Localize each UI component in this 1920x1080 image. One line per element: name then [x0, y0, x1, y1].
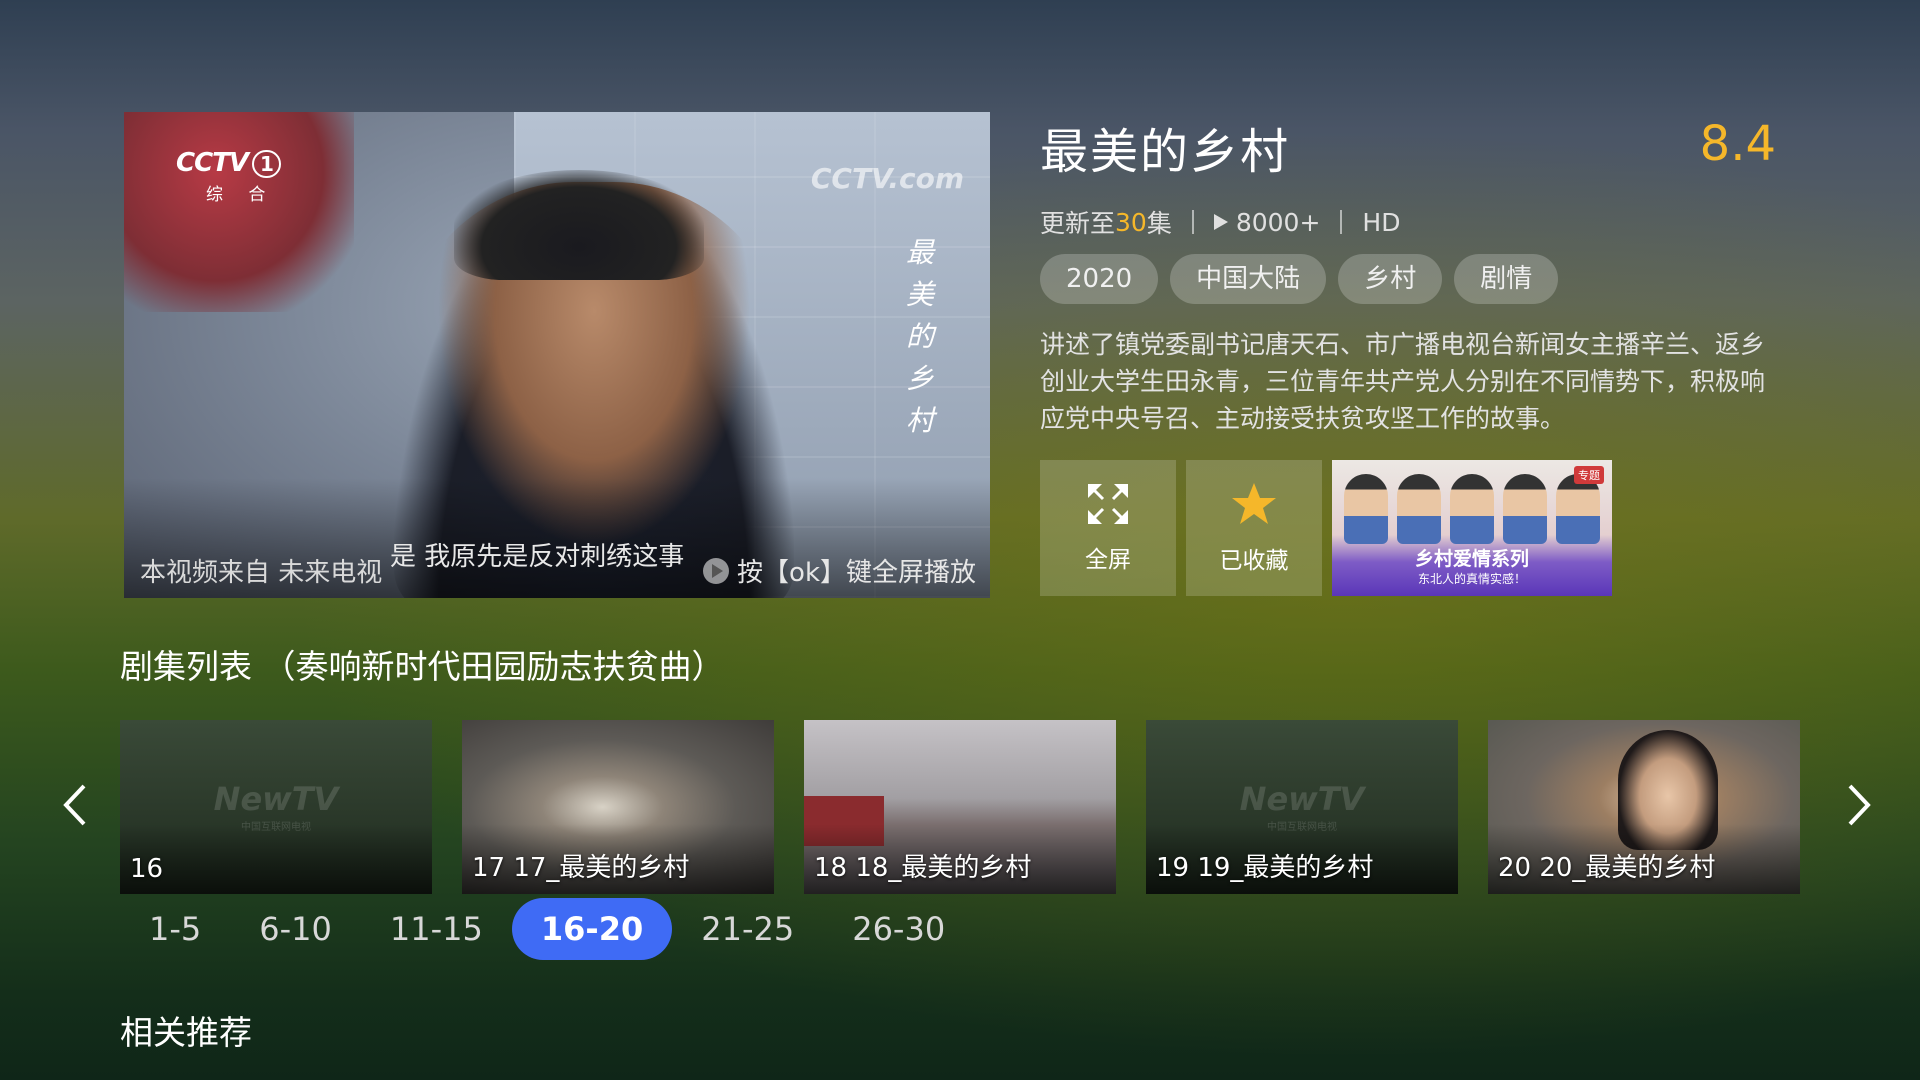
range-tab-active[interactable]: 16-20 [511, 898, 673, 960]
show-description: 讲述了镇党委副书记唐天石、市广播电视台新闻女主播辛兰、返乡创业大学生田永青，三位… [1040, 330, 1766, 433]
episode-card[interactable]: 17 17_最美的乡村 [462, 720, 774, 894]
range-tab[interactable]: 11-15 [361, 898, 512, 960]
play-triangle-icon [1213, 214, 1228, 230]
vertical-title-char: 的 [905, 320, 934, 353]
promo-subtitle: 东北人的真情实感！ [1417, 572, 1526, 586]
update-suffix: 集 [1146, 209, 1172, 238]
episode-caption: 16 [130, 854, 164, 884]
star-icon [1232, 483, 1276, 524]
episode-section-title: 剧集列表 （奏响新时代田园励志扶贫曲） [120, 647, 725, 686]
range-tab[interactable]: 6-10 [230, 898, 361, 960]
tag-year[interactable]: 2020 [1040, 254, 1159, 304]
watermark: CCTV.com [810, 162, 964, 195]
range-tab[interactable]: 26-30 [823, 898, 974, 960]
favorite-label: 已收藏 [1219, 548, 1289, 574]
range-tab[interactable]: 21-25 [672, 898, 823, 960]
episode-caption: 20 20_最美的乡村 [1498, 853, 1716, 883]
tag-theme[interactable]: 乡村 [1338, 254, 1443, 304]
vertical-title-char: 村 [905, 404, 934, 437]
player-background-banner [124, 112, 354, 312]
video-player[interactable]: CCTV 1 综 合 CCTV.com 最 美 的 乡 村 本视频来自 未来电视 … [124, 112, 990, 598]
related-section-title: 相关推荐 [120, 1013, 252, 1052]
fullscreen-icon [1088, 484, 1128, 524]
favorite-button[interactable]: 已收藏 [1186, 460, 1322, 596]
range-tab[interactable]: 1-5 [120, 898, 230, 960]
show-meta: 更新至 30 集 8000+ HD [1040, 204, 1400, 240]
update-count: 30 [1115, 207, 1147, 237]
meta-divider [1191, 210, 1194, 234]
tag-genre[interactable]: 剧情 [1454, 254, 1559, 304]
show-title: 最美的乡村 [1040, 124, 1291, 180]
vertical-title-char: 美 [905, 278, 934, 311]
episode-range-tabs: 1-5 6-10 11-15 16-20 21-25 26-30 [120, 898, 974, 960]
promo-title: 乡村爱情系列 [1414, 548, 1529, 570]
episode-list: NewTV 中国互联网电视 16 17 17_最美的乡村 18 18_最美的乡村… [120, 720, 1800, 894]
card-shade [120, 824, 432, 894]
episode-card[interactable]: 18 18_最美的乡村 [804, 720, 1116, 894]
promo-figure [1397, 474, 1442, 544]
promo-figure [1449, 474, 1494, 544]
chevron-left-icon[interactable] [56, 782, 96, 828]
fullscreen-hint-text: 按【ok】键全屏播放 [737, 558, 976, 588]
newtv-logo: NewTV [213, 780, 339, 818]
episode-caption: 18 18_最美的乡村 [814, 853, 1032, 883]
vertical-title-char: 乡 [905, 362, 934, 395]
channel-number: 1 [252, 150, 281, 178]
video-source-text: 本视频来自 未来电视 [140, 558, 383, 588]
vertical-title: 最 美 的 乡 村 [900, 232, 940, 442]
play-circle-icon [703, 557, 730, 584]
play-count: 8000+ [1235, 207, 1321, 237]
fullscreen-label: 全屏 [1085, 547, 1131, 573]
vertical-title-char: 最 [905, 236, 934, 269]
quality-label: HD [1362, 207, 1401, 237]
promo-figure [1344, 474, 1389, 544]
episode-caption: 17 17_最美的乡村 [472, 853, 690, 883]
channel-sub: 综 合 [206, 185, 276, 205]
chevron-right-icon[interactable] [1838, 782, 1878, 828]
promo-figure [1555, 474, 1600, 544]
episode-caption: 19 19_最美的乡村 [1156, 853, 1374, 883]
channel-logo-text: CCTV [176, 148, 249, 178]
fullscreen-button[interactable]: 全屏 [1040, 460, 1176, 596]
tag-list: 2020 中国大陆 乡村 剧情 [1040, 254, 1559, 304]
episode-card[interactable]: NewTV 中国互联网电视 19 19_最美的乡村 [1146, 720, 1458, 894]
episode-card[interactable]: 20 20_最美的乡村 [1488, 720, 1800, 894]
fullscreen-hint: 按【ok】键全屏播放 [703, 552, 976, 589]
show-rating: 8.4 [1699, 116, 1776, 172]
update-prefix: 更新至 [1040, 209, 1116, 238]
channel-logo: CCTV 1 [176, 148, 281, 178]
video-subtitle: 是 我原先是反对刺绣这事 [390, 542, 685, 572]
promo-badge: 专题 [1574, 466, 1604, 484]
tag-region[interactable]: 中国大陆 [1170, 254, 1327, 304]
promo-figure [1502, 474, 1547, 544]
promo-banner[interactable]: 专题 乡村爱情系列 东北人的真情实感！ [1332, 460, 1612, 596]
player-person-hair [454, 170, 704, 280]
promo-illustration [1340, 474, 1604, 554]
episode-card[interactable]: NewTV 中国互联网电视 16 [120, 720, 432, 894]
meta-divider [1340, 210, 1343, 234]
newtv-logo: NewTV [1239, 780, 1365, 818]
